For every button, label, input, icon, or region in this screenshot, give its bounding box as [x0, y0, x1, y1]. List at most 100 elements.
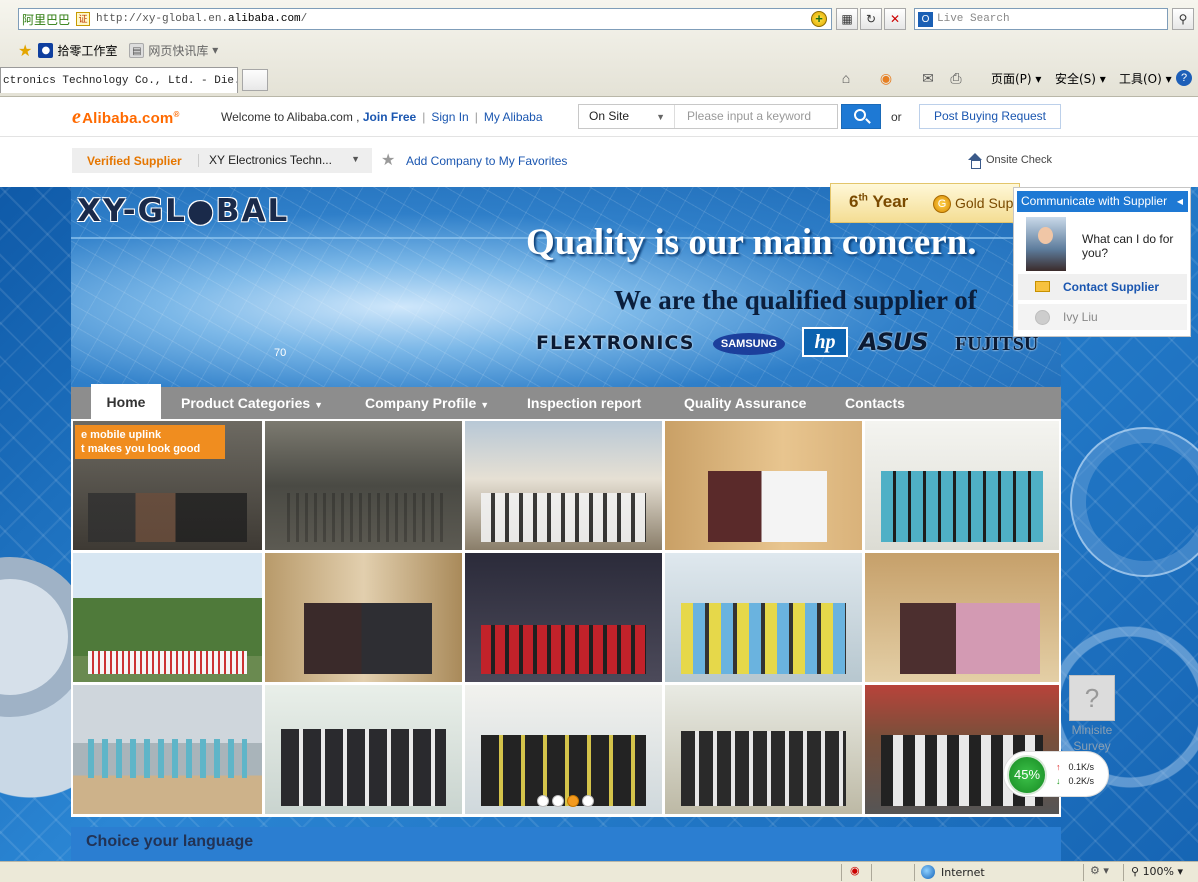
onsite-check-link[interactable]: Onsite Check: [968, 153, 1052, 169]
cert-badge-icon[interactable]: 证: [76, 12, 91, 26]
slide-dot[interactable]: [582, 795, 594, 807]
compat-view-icon[interactable]: ▦: [836, 8, 858, 30]
slide-dot[interactable]: [537, 795, 549, 807]
house-icon: [968, 153, 983, 169]
browser-chrome: 阿里巴巴 证 http://xy-global.en.alibaba.com/ …: [0, 0, 1198, 97]
tab-product-categories[interactable]: Product Categories ▼: [181, 387, 323, 419]
chat-offline-icon: [1035, 310, 1050, 325]
privacy-icon[interactable]: ◉: [850, 864, 860, 877]
favorite-link-2[interactable]: ▤ 网页快讯库 ▾: [129, 42, 218, 59]
avatar: [1026, 217, 1066, 271]
verified-supplier-box[interactable]: Verified Supplier XY Electronics Techn..…: [72, 148, 372, 173]
search-scope-select[interactable]: On Site ▼: [579, 105, 675, 128]
survey-icon: ?: [1069, 675, 1115, 721]
protected-mode-icon[interactable]: ⚙ ▾: [1090, 864, 1109, 877]
slide-dot[interactable]: [552, 795, 564, 807]
go-icon[interactable]: +: [811, 11, 827, 27]
photo[interactable]: [664, 684, 863, 815]
home-icon[interactable]: ⌂: [836, 68, 856, 88]
sign-in-link[interactable]: Sign In: [431, 110, 468, 124]
arrow-up-icon: ↑: [1056, 762, 1061, 772]
banner-headline: Quality is our main concern.: [526, 222, 977, 263]
new-tab-button[interactable]: [242, 69, 268, 91]
tab-current[interactable]: ctronics Technology Co., Ltd. - Die...: [0, 67, 238, 93]
address-bar[interactable]: 阿里巴巴 证 http://xy-global.en.alibaba.com/ …: [18, 8, 832, 30]
photo[interactable]: [664, 552, 863, 683]
zoom-control[interactable]: ⚲ 100% ▾: [1131, 865, 1183, 878]
photo[interactable]: [464, 552, 663, 683]
favorites-bar: ★ ● 拾零工作室 ▤ 网页快讯库 ▾: [0, 38, 1198, 62]
photo[interactable]: e mobile uplink t makes you look good: [72, 420, 263, 551]
contact-person-button[interactable]: Ivy Liu: [1018, 304, 1187, 330]
url-text[interactable]: http://xy-global.en.alibaba.com/: [96, 13, 811, 25]
safety-menu[interactable]: 安全(S) ▾: [1055, 70, 1106, 87]
stop-icon[interactable]: ✕: [884, 8, 906, 30]
tab-contacts[interactable]: Contacts: [845, 387, 905, 419]
photo[interactable]: [664, 420, 863, 551]
feeds-icon[interactable]: ◉: [876, 68, 896, 88]
tab-company-profile[interactable]: Company Profile ▼: [365, 387, 489, 419]
photo[interactable]: [864, 420, 1060, 551]
photo[interactable]: [464, 420, 663, 551]
photo[interactable]: [72, 552, 263, 683]
search-input[interactable]: Please input a keyword: [687, 109, 811, 123]
favorite-link-1[interactable]: ● 拾零工作室: [38, 42, 117, 59]
live-search-placeholder: Live Search: [937, 13, 1010, 25]
page-menu[interactable]: 页面(P) ▾: [991, 70, 1041, 87]
photo-banner: e mobile uplink t makes you look good: [75, 425, 225, 459]
search-button[interactable]: [841, 104, 881, 129]
security-zone[interactable]: Internet: [921, 865, 985, 879]
communicate-header[interactable]: Communicate with Supplier ◀: [1017, 191, 1188, 212]
alibaba-logo[interactable]: eAlibaba.com®: [72, 106, 180, 129]
brand-asus: ASUS: [859, 328, 929, 356]
join-free-link[interactable]: Join Free: [363, 110, 416, 124]
alibaba-header: eAlibaba.com® Welcome to Alibaba.com , J…: [0, 97, 1198, 137]
tools-menu[interactable]: 工具(O) ▾: [1119, 70, 1172, 87]
or-label: or: [891, 110, 902, 124]
photo[interactable]: [264, 552, 463, 683]
search-go-icon[interactable]: ⚲: [1172, 8, 1194, 30]
favorites-star-icon[interactable]: ★: [18, 41, 32, 60]
brand-hp: hp: [802, 327, 848, 357]
language-title: Choice your language: [86, 833, 254, 850]
photo-slideshow[interactable]: e mobile uplink t makes you look good: [71, 419, 1061, 817]
post-buying-request-button[interactable]: Post Buying Request: [919, 104, 1061, 129]
communicate-question: What can I do for you?: [1082, 232, 1174, 260]
supplier-bar: Verified Supplier XY Electronics Techn..…: [0, 137, 1198, 187]
contact-supplier-button[interactable]: Contact Supplier: [1018, 274, 1187, 300]
mail-icon[interactable]: ✉: [918, 68, 938, 88]
speed-widget[interactable]: 45% ↑ 0.1K/s ↓ 0.2K/s: [1003, 751, 1109, 797]
photo[interactable]: [72, 684, 263, 815]
minisite-survey[interactable]: ? Minisite Survey: [1066, 675, 1118, 753]
verified-label: Verified Supplier: [87, 154, 182, 168]
my-alibaba-link[interactable]: My Alibaba: [484, 110, 543, 124]
tab-quality-assurance[interactable]: Quality Assurance: [684, 387, 806, 419]
print-icon[interactable]: ⎙: [946, 68, 966, 88]
xy-global-logo: XY-GL●BAL: [77, 193, 290, 229]
collapse-icon[interactable]: ◀: [1177, 191, 1183, 212]
photo[interactable]: [264, 684, 463, 815]
communicate-widget: Communicate with Supplier ◀ What can I do…: [1013, 187, 1191, 337]
tab-row: ctronics Technology Co., Ltd. - Die... ⌂…: [0, 66, 1198, 96]
language-section: Choice your language: [71, 827, 1061, 861]
live-search-box[interactable]: O Live Search: [914, 8, 1168, 30]
company-name: XY Electronics Techn...: [198, 154, 332, 167]
paw-icon: ●: [38, 42, 54, 58]
star-icon[interactable]: ★: [381, 150, 395, 170]
refresh-icon[interactable]: ↻: [860, 8, 882, 30]
slide-dot-active[interactable]: [567, 795, 579, 807]
web-slice-icon: ▤: [129, 42, 145, 58]
brand-flextronics: FLEXTRONICS: [536, 332, 695, 354]
tab-inspection-report[interactable]: Inspection report: [527, 387, 641, 419]
photo[interactable]: [864, 552, 1060, 683]
gold-supplier-badge[interactable]: 6th Year G Gold Sup: [830, 183, 1020, 223]
help-icon[interactable]: ?: [1176, 70, 1192, 86]
photo[interactable]: [464, 684, 663, 815]
add-favorites-link[interactable]: Add Company to My Favorites: [406, 154, 567, 168]
site-name: 阿里巴巴: [22, 12, 71, 27]
photo[interactable]: [264, 420, 463, 551]
tab-home[interactable]: Home: [91, 384, 161, 419]
search-box: On Site ▼ Please input a keyword: [578, 104, 838, 129]
upload-speed: ↑ 0.1K/s: [1056, 762, 1095, 772]
chevron-down-icon: ▼: [480, 400, 490, 410]
